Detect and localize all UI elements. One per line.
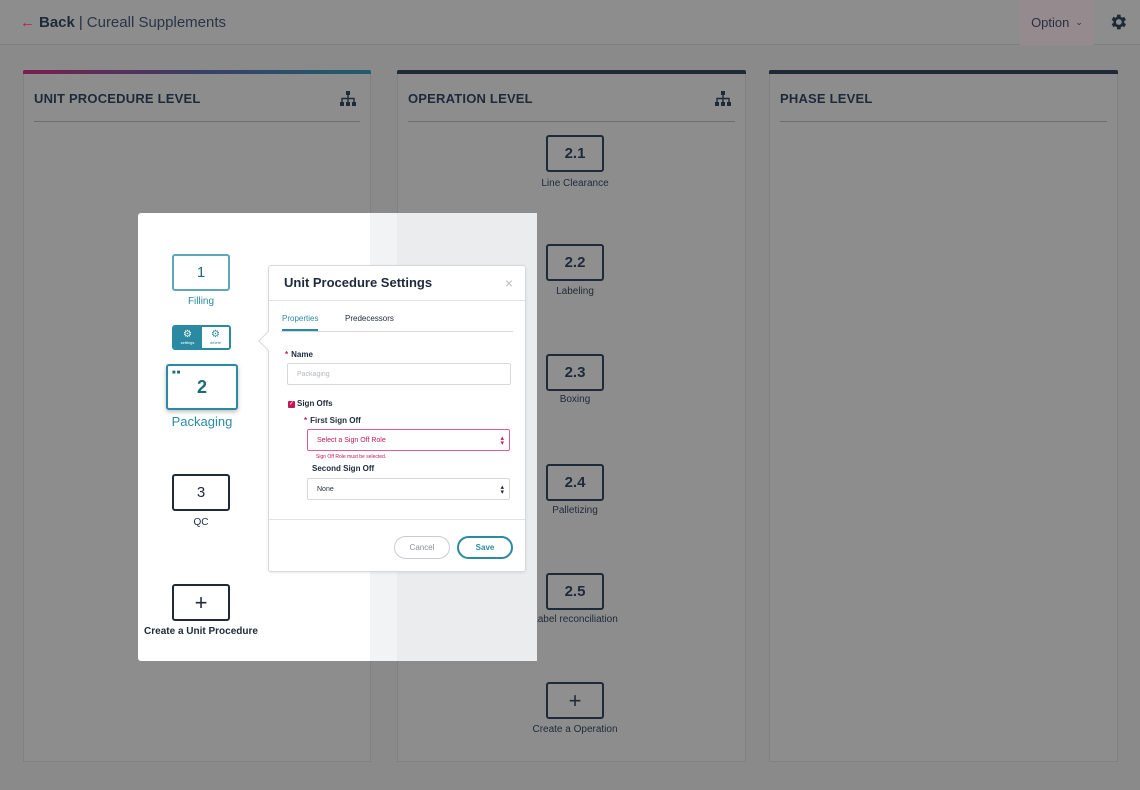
gear-icon[interactable] <box>1108 12 1128 32</box>
panel-divider <box>408 121 735 122</box>
plus-icon: + <box>568 687 582 713</box>
dialog-tabs: Properties Predecessors <box>281 314 513 332</box>
first-sign-off-value: Select a Sign Off Role <box>317 436 386 444</box>
select-caret-icon: ▴ ▾ <box>500 484 504 496</box>
gear-icon: ⚙ <box>211 329 220 340</box>
first-sign-off-error: Sign Off Role must be selected. <box>316 454 387 460</box>
tab-predecessors[interactable]: Predecessors <box>345 314 394 329</box>
top-bar: ← Back | Cureall Supplements Option ⌄ <box>0 0 1140 45</box>
panel-title: PHASE LEVEL <box>780 91 873 106</box>
first-sign-off-label: * First Sign Off <box>304 416 361 425</box>
panel-accent-bar <box>23 70 371 74</box>
operation-node[interactable]: 2.4 <box>546 464 604 501</box>
plus-icon: + <box>194 589 208 615</box>
unit-procedure-number: 2 <box>196 376 207 397</box>
required-marker: * <box>285 350 289 359</box>
tab-properties[interactable]: Properties <box>282 314 319 331</box>
second-sign-off-label: Second Sign Off <box>312 464 375 473</box>
unit-procedure-label: Packaging <box>171 414 233 429</box>
panel-divider <box>34 121 360 122</box>
panel-title: OPERATION LEVEL <box>408 91 533 106</box>
operation-node[interactable]: 2.3 <box>546 354 604 391</box>
node-delete-button[interactable]: ⚙ delete <box>201 327 229 348</box>
operation-node[interactable]: 2.2 <box>546 244 604 281</box>
second-sign-off-select[interactable]: None ▴ ▾ <box>307 478 510 500</box>
cancel-button[interactable]: Cancel <box>394 536 450 559</box>
panel-title: UNIT PROCEDURE LEVEL <box>34 91 201 106</box>
option-dropdown[interactable]: Option ⌄ <box>1020 0 1094 45</box>
gear-icon: ⚙ <box>183 329 192 340</box>
create-operation-label: Create a Operation <box>532 724 618 735</box>
drag-handle-icon[interactable]: ■■ <box>172 370 181 376</box>
unit-procedure-label: QC <box>193 517 209 528</box>
unit-procedure-label: Filling <box>187 296 215 307</box>
hierarchy-icon[interactable] <box>715 91 731 106</box>
name-input[interactable] <box>287 363 511 385</box>
unit-procedure-node[interactable]: 1 <box>172 254 230 291</box>
node-settings-button[interactable]: ⚙ settings <box>174 327 201 348</box>
hierarchy-icon[interactable] <box>340 91 356 106</box>
second-sign-off-value: None <box>317 485 334 493</box>
operation-node[interactable]: 2.1 <box>546 135 604 172</box>
create-unit-procedure-label: Create a Unit Procedure <box>144 626 258 637</box>
delete-caption: delete <box>210 340 221 345</box>
name-label: * Name <box>285 350 313 359</box>
panel-divider <box>780 121 1107 122</box>
node-toolbar: ⚙ settings ⚙ delete <box>172 325 231 350</box>
back-arrow-icon: ← <box>20 14 35 31</box>
chevron-down-icon: ⌄ <box>1075 17 1083 27</box>
close-icon[interactable]: × <box>505 275 513 291</box>
create-operation-button[interactable]: + <box>546 682 604 719</box>
option-label: Option <box>1031 15 1070 30</box>
back-link[interactable]: ← Back | Cureall Supplements <box>20 14 226 31</box>
phase-panel: PHASE LEVEL <box>769 70 1118 762</box>
title-separator: | <box>78 14 83 31</box>
unit-procedure-node-selected[interactable]: ■■ 2 <box>166 364 238 410</box>
first-sign-off-select[interactable]: Select a Sign Off Role ▴ ▾ <box>307 429 510 451</box>
select-caret-icon: ▴ ▾ <box>500 435 504 447</box>
panel-accent-bar <box>397 70 746 74</box>
company-name: Cureall Supplements <box>86 14 227 31</box>
sign-offs-checkbox[interactable]: ✓ <box>288 401 295 408</box>
create-unit-procedure-button[interactable]: + <box>172 584 230 621</box>
unit-procedure-node[interactable]: 3 <box>172 474 230 511</box>
settings-caption: settings <box>180 340 195 345</box>
sign-offs-label: Sign Offs <box>297 399 333 408</box>
first-sign-off-text: First Sign Off <box>310 416 361 425</box>
operation-label: Line Clearance <box>541 178 609 189</box>
dialog-divider <box>269 300 525 301</box>
name-label-text: Name <box>291 350 313 359</box>
dialog-footer-divider <box>269 519 525 520</box>
back-label: Back <box>39 14 75 31</box>
panel-accent-bar <box>769 70 1118 74</box>
dialog-title: Unit Procedure Settings <box>284 275 433 290</box>
unit-procedure-settings-dialog: Unit Procedure Settings × Properties Pre… <box>258 265 526 572</box>
required-marker: * <box>304 416 308 425</box>
operation-node[interactable]: 2.5 <box>546 573 604 610</box>
save-button[interactable]: Save <box>457 536 513 559</box>
